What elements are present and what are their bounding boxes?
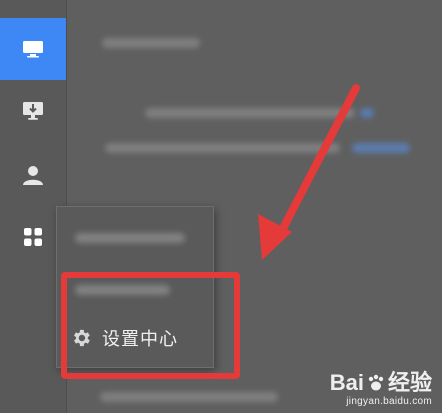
blurred-text-line: [145, 108, 355, 118]
user-icon: [23, 166, 43, 185]
sidebar-item-download[interactable]: [0, 80, 66, 142]
paw-icon: [368, 374, 384, 391]
app-window: 设置中心 Bai 经验 jingyan.baidu.com: [0, 0, 442, 413]
blurred-link: [360, 108, 374, 118]
highlight-box: [61, 272, 240, 379]
watermark-logo-right: 经验: [387, 370, 432, 395]
sidebar-item-user[interactable]: [0, 144, 66, 206]
blurred-link: [352, 143, 410, 153]
watermark-logo: Bai 经验: [330, 372, 432, 394]
download-monitor-icon: [23, 102, 43, 120]
blurred-heading: [102, 38, 200, 48]
apps-grid-icon: [24, 228, 42, 246]
baidu-jingyan-watermark: Bai 经验 jingyan.baidu.com: [330, 372, 432, 408]
blurred-text-line: [100, 392, 278, 402]
watermark-url: jingyan.baidu.com: [346, 396, 432, 407]
blurred-text-line: [105, 143, 340, 153]
monitor-icon: [23, 41, 43, 58]
sidebar-item-display[interactable]: [0, 18, 66, 80]
watermark-logo-left: Bai: [329, 370, 364, 395]
menu-item-blurred[interactable]: [57, 213, 213, 263]
